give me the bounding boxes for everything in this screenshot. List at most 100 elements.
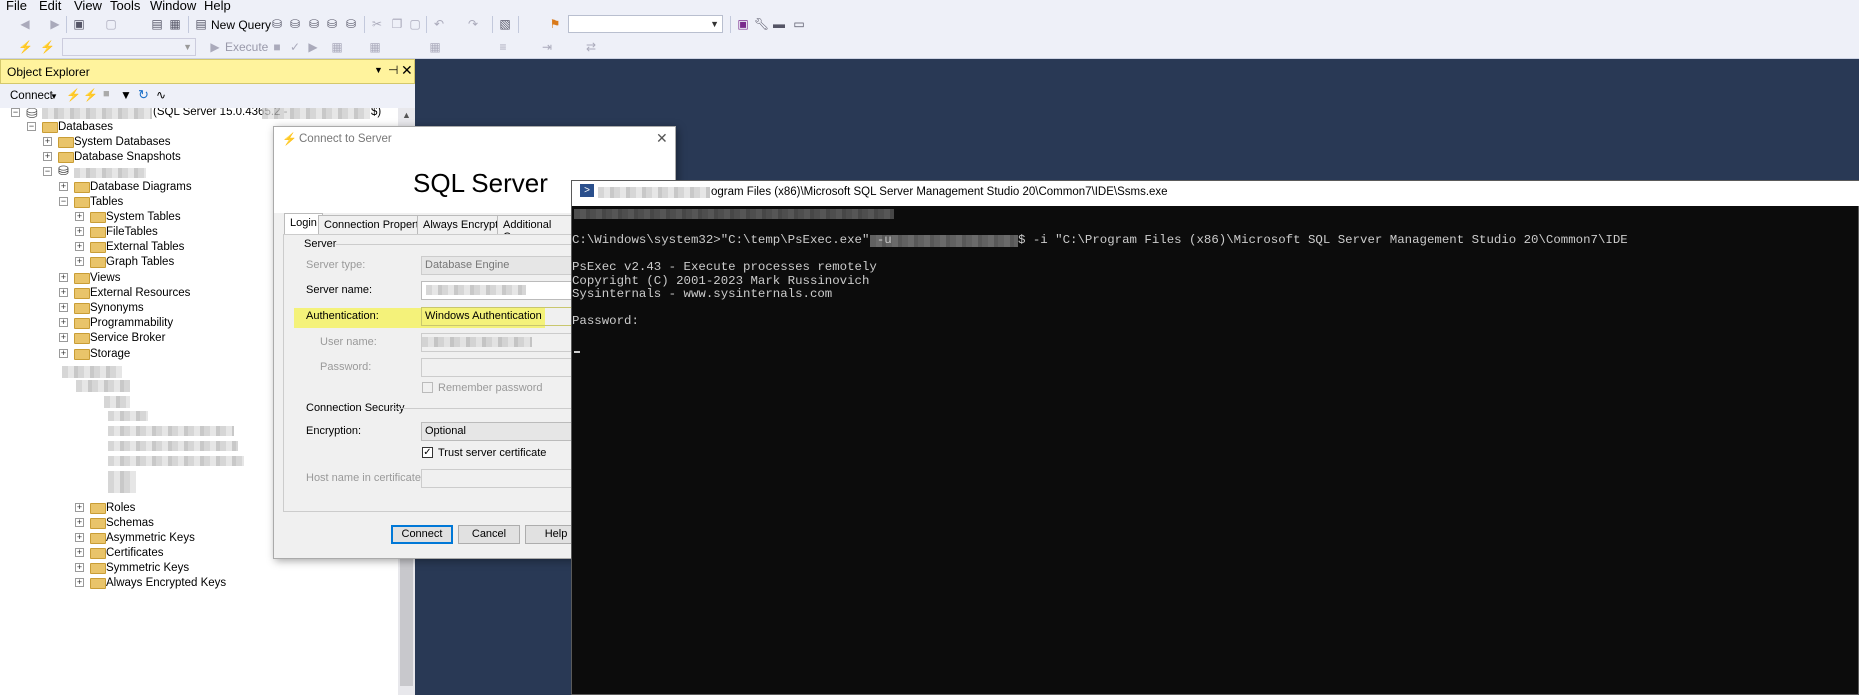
node-external-tables[interactable]: External Tables xyxy=(106,241,184,256)
wrench-icon[interactable]: 🔧︎ xyxy=(754,17,769,31)
disconnect-icon[interactable]: ⚡ xyxy=(83,88,98,102)
results-text-icon[interactable]: ▦ xyxy=(368,40,382,54)
menu-view[interactable]: View xyxy=(74,0,102,13)
expand-icon[interactable]: + xyxy=(59,303,68,312)
menu-help[interactable]: Help xyxy=(204,0,231,13)
node-roles[interactable]: Roles xyxy=(106,502,135,517)
parse-icon[interactable]: ✓ xyxy=(288,40,302,54)
node-views[interactable]: Views xyxy=(90,272,120,287)
window-layout-icon[interactable]: ▭ xyxy=(792,17,806,31)
specify-values-icon[interactable]: ⇄ xyxy=(584,40,598,54)
add-item-icon[interactable]: ▢ xyxy=(104,17,118,31)
expand-icon[interactable]: + xyxy=(75,242,84,251)
properties-icon[interactable]: ▣ xyxy=(736,17,750,31)
back-icon[interactable]: ◀ xyxy=(18,17,32,31)
paste-icon[interactable]: ▢ xyxy=(408,17,422,31)
expand-icon[interactable]: + xyxy=(59,288,68,297)
cut-icon[interactable]: ✂ xyxy=(370,17,384,31)
node-filetables[interactable]: FileTables xyxy=(106,226,158,241)
debug-icon[interactable]: ▶ xyxy=(306,40,320,54)
results-grid-icon[interactable]: ▦ xyxy=(428,40,442,54)
db-engine-query-icon[interactable]: ⛁ xyxy=(270,17,284,31)
password-field[interactable] xyxy=(421,358,575,377)
close-icon[interactable]: ✕ xyxy=(656,130,668,147)
trust-certificate-checkbox[interactable]: ✓ xyxy=(422,447,433,458)
menu-window[interactable]: Window xyxy=(150,0,196,13)
cancel-button[interactable]: Cancel xyxy=(458,525,520,544)
new-query-icon[interactable]: ▤ xyxy=(194,17,208,31)
activity-icon[interactable]: ∿ xyxy=(156,88,166,102)
filter-icon[interactable]: ▼ xyxy=(120,88,132,102)
execute-icon[interactable]: ▶ xyxy=(208,40,222,54)
host-name-field[interactable] xyxy=(421,469,575,488)
node-always-encrypted-keys[interactable]: Always Encrypted Keys xyxy=(106,577,226,592)
toolbox-icon[interactable]: ▬ xyxy=(772,17,786,31)
expand-icon[interactable]: + xyxy=(75,212,84,221)
node-asymmetric-keys[interactable]: Asymmetric Keys xyxy=(106,532,195,547)
expand-icon[interactable]: + xyxy=(43,137,52,146)
node-database-diagrams[interactable]: Database Diagrams xyxy=(90,181,192,196)
expand-icon[interactable]: + xyxy=(75,518,84,527)
remember-password-checkbox[interactable] xyxy=(422,382,433,393)
node-certificates[interactable]: Certificates xyxy=(106,547,164,562)
authentication-select[interactable]: Windows Authentication xyxy=(421,307,575,326)
node-symmetric-keys[interactable]: Symmetric Keys xyxy=(106,562,189,577)
connect-button[interactable]: Connect xyxy=(391,525,453,544)
node-database-snapshots[interactable]: Database Snapshots xyxy=(74,151,181,166)
expand-icon[interactable]: + xyxy=(75,548,84,557)
find-combo[interactable]: ▼ xyxy=(568,15,723,33)
open-file-icon[interactable]: ▤ xyxy=(150,17,164,31)
dropdown-icon[interactable]: ▼ xyxy=(374,65,383,75)
menu-edit[interactable]: Edit xyxy=(39,0,61,13)
menu-file[interactable]: File xyxy=(6,0,27,13)
menu-tools[interactable]: Tools xyxy=(110,0,140,13)
save-all-icon[interactable]: ▦ xyxy=(168,17,182,31)
dax-query-icon[interactable]: ⛁ xyxy=(344,17,358,31)
node-synonyms[interactable]: Synonyms xyxy=(90,302,144,317)
change-connection-icon[interactable]: ⚡ xyxy=(40,40,55,54)
xmla-query-icon[interactable]: ⛁ xyxy=(325,17,339,31)
execute-button[interactable]: Execute xyxy=(225,40,268,54)
expand-icon[interactable]: + xyxy=(59,333,68,342)
node-service-broker[interactable]: Service Broker xyxy=(90,332,165,347)
pin-icon[interactable]: ⊣ xyxy=(388,63,398,77)
comment-icon[interactable]: ≡ xyxy=(496,40,510,54)
expand-icon[interactable]: + xyxy=(75,257,84,266)
expand-icon[interactable]: + xyxy=(75,578,84,587)
encryption-select[interactable]: Optional xyxy=(421,422,575,441)
forward-icon[interactable]: ▶ xyxy=(48,17,62,31)
expand-icon[interactable]: + xyxy=(59,349,68,358)
scroll-up-icon[interactable]: ▲ xyxy=(402,110,411,120)
node-graph-tables[interactable]: Graph Tables xyxy=(106,256,174,271)
display-plan-icon[interactable]: ▦ xyxy=(330,40,344,54)
expand-icon[interactable]: + xyxy=(75,227,84,236)
mdx-query-icon[interactable]: ⛁ xyxy=(288,17,302,31)
new-project-icon[interactable]: ▣ xyxy=(72,17,86,31)
database-combo[interactable]: ▼ xyxy=(62,38,196,56)
refresh-icon[interactable]: ↻ xyxy=(138,87,149,103)
server-name-field[interactable] xyxy=(421,281,575,300)
expand-icon[interactable]: + xyxy=(59,273,68,282)
expand-icon[interactable]: + xyxy=(75,563,84,572)
collapse-icon[interactable]: − xyxy=(11,108,20,117)
activity-monitor-icon[interactable]: ▧ xyxy=(498,17,512,31)
chevron-down-icon[interactable]: ▼ xyxy=(50,92,58,101)
new-query-button[interactable]: New Query xyxy=(211,18,271,32)
undo-icon[interactable]: ↶ xyxy=(432,17,446,31)
node-databases[interactable]: Databases xyxy=(58,121,113,136)
expand-icon[interactable]: + xyxy=(43,152,52,161)
server-type-field[interactable]: Database Engine xyxy=(421,256,575,275)
node-external-resources[interactable]: External Resources xyxy=(90,287,190,302)
node-system-databases[interactable]: System Databases xyxy=(74,136,171,151)
tab-additional-connection[interactable]: Additional Connec xyxy=(497,215,577,235)
node-programmability[interactable]: Programmability xyxy=(90,317,173,332)
connect-icon[interactable]: ⚡ xyxy=(66,88,81,102)
indent-icon[interactable]: ⇥ xyxy=(540,40,554,54)
find-icon[interactable]: ⚑ xyxy=(548,17,562,31)
collapse-icon[interactable]: − xyxy=(43,167,52,176)
copy-icon[interactable]: ❐ xyxy=(390,17,404,31)
stop-icon[interactable]: ■ xyxy=(103,88,110,100)
expand-icon[interactable]: + xyxy=(75,503,84,512)
node-tables[interactable]: Tables xyxy=(90,196,123,211)
collapse-icon[interactable]: − xyxy=(27,122,36,131)
